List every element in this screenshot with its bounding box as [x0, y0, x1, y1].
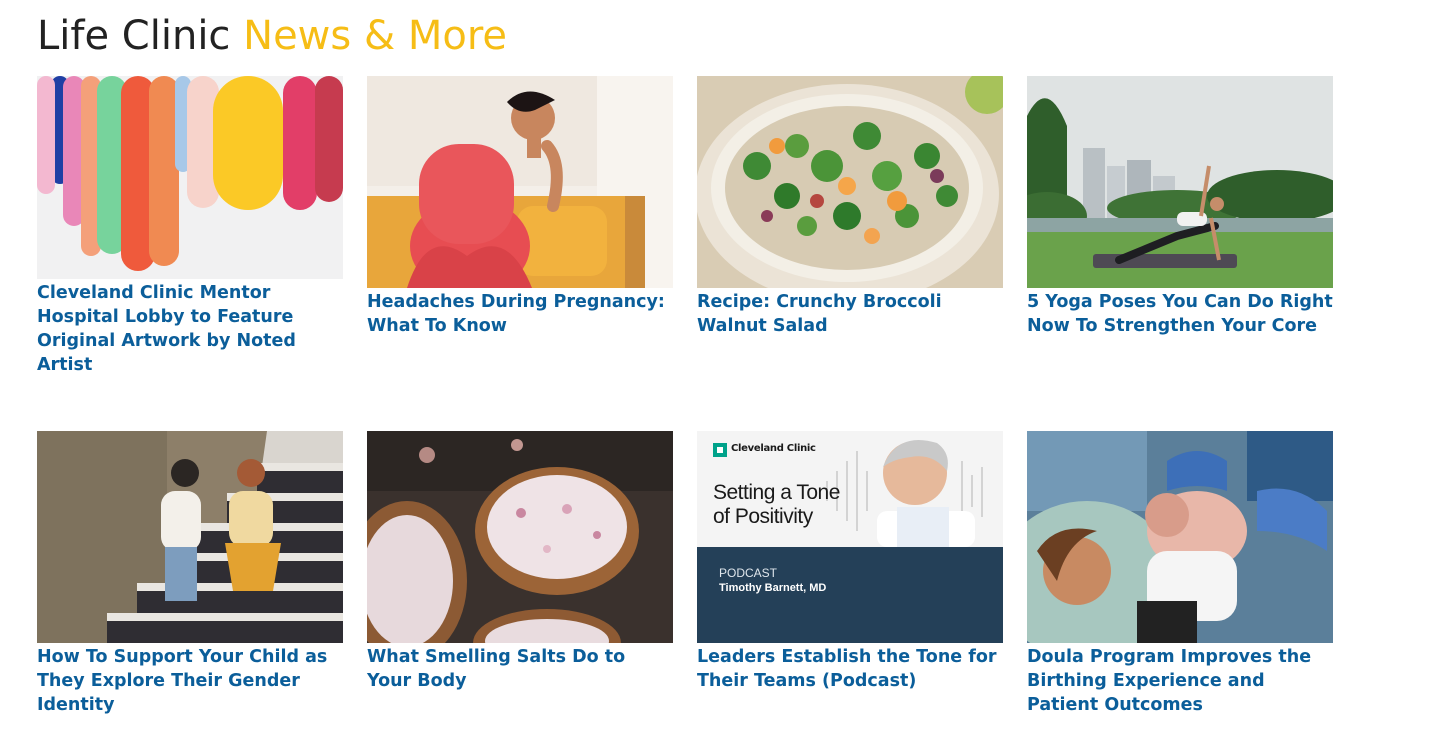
- podcast-brand: Cleveland Clinic: [731, 443, 816, 454]
- article-title-6[interactable]: What Smelling Salts Do to Your Body: [367, 645, 673, 693]
- article-title-1[interactable]: Cleveland Clinic Mentor Hospital Lobby t…: [37, 281, 343, 377]
- podcast-headline-1: Setting a Tone: [713, 481, 840, 504]
- article-image-3[interactable]: [697, 76, 1003, 288]
- article-image-2[interactable]: [367, 76, 673, 288]
- article-image-6[interactable]: [367, 431, 673, 643]
- article-title-7[interactable]: Leaders Establish the Tone for Their Tea…: [697, 645, 1003, 693]
- podcast-headline-2: of Positivity: [713, 505, 813, 528]
- article-image-7[interactable]: Cleveland Clinic Setting a Tone of Posit…: [697, 431, 1003, 643]
- podcast-guest: Timothy Barnett, MD: [719, 582, 827, 594]
- article-image-5[interactable]: [37, 431, 343, 643]
- heading-accent: News & More: [243, 13, 508, 59]
- article-image-1[interactable]: [37, 76, 343, 279]
- article-title-4[interactable]: 5 Yoga Poses You Can Do Right Now To Str…: [1027, 290, 1333, 338]
- article-title-2[interactable]: Headaches During Pregnancy: What To Know: [367, 290, 673, 338]
- article-image-4[interactable]: [1027, 76, 1333, 288]
- heading-primary: Life Clinic: [37, 13, 231, 59]
- article-image-8[interactable]: [1027, 431, 1333, 643]
- podcast-kicker: PODCAST: [719, 566, 778, 580]
- article-title-3[interactable]: Recipe: Crunchy Broccoli Walnut Salad: [697, 290, 1003, 338]
- article-title-5[interactable]: How To Support Your Child as They Explor…: [37, 645, 343, 717]
- article-title-8[interactable]: Doula Program Improves the Birthing Expe…: [1027, 645, 1333, 717]
- section-heading: Life Clinic News & More: [37, 8, 507, 64]
